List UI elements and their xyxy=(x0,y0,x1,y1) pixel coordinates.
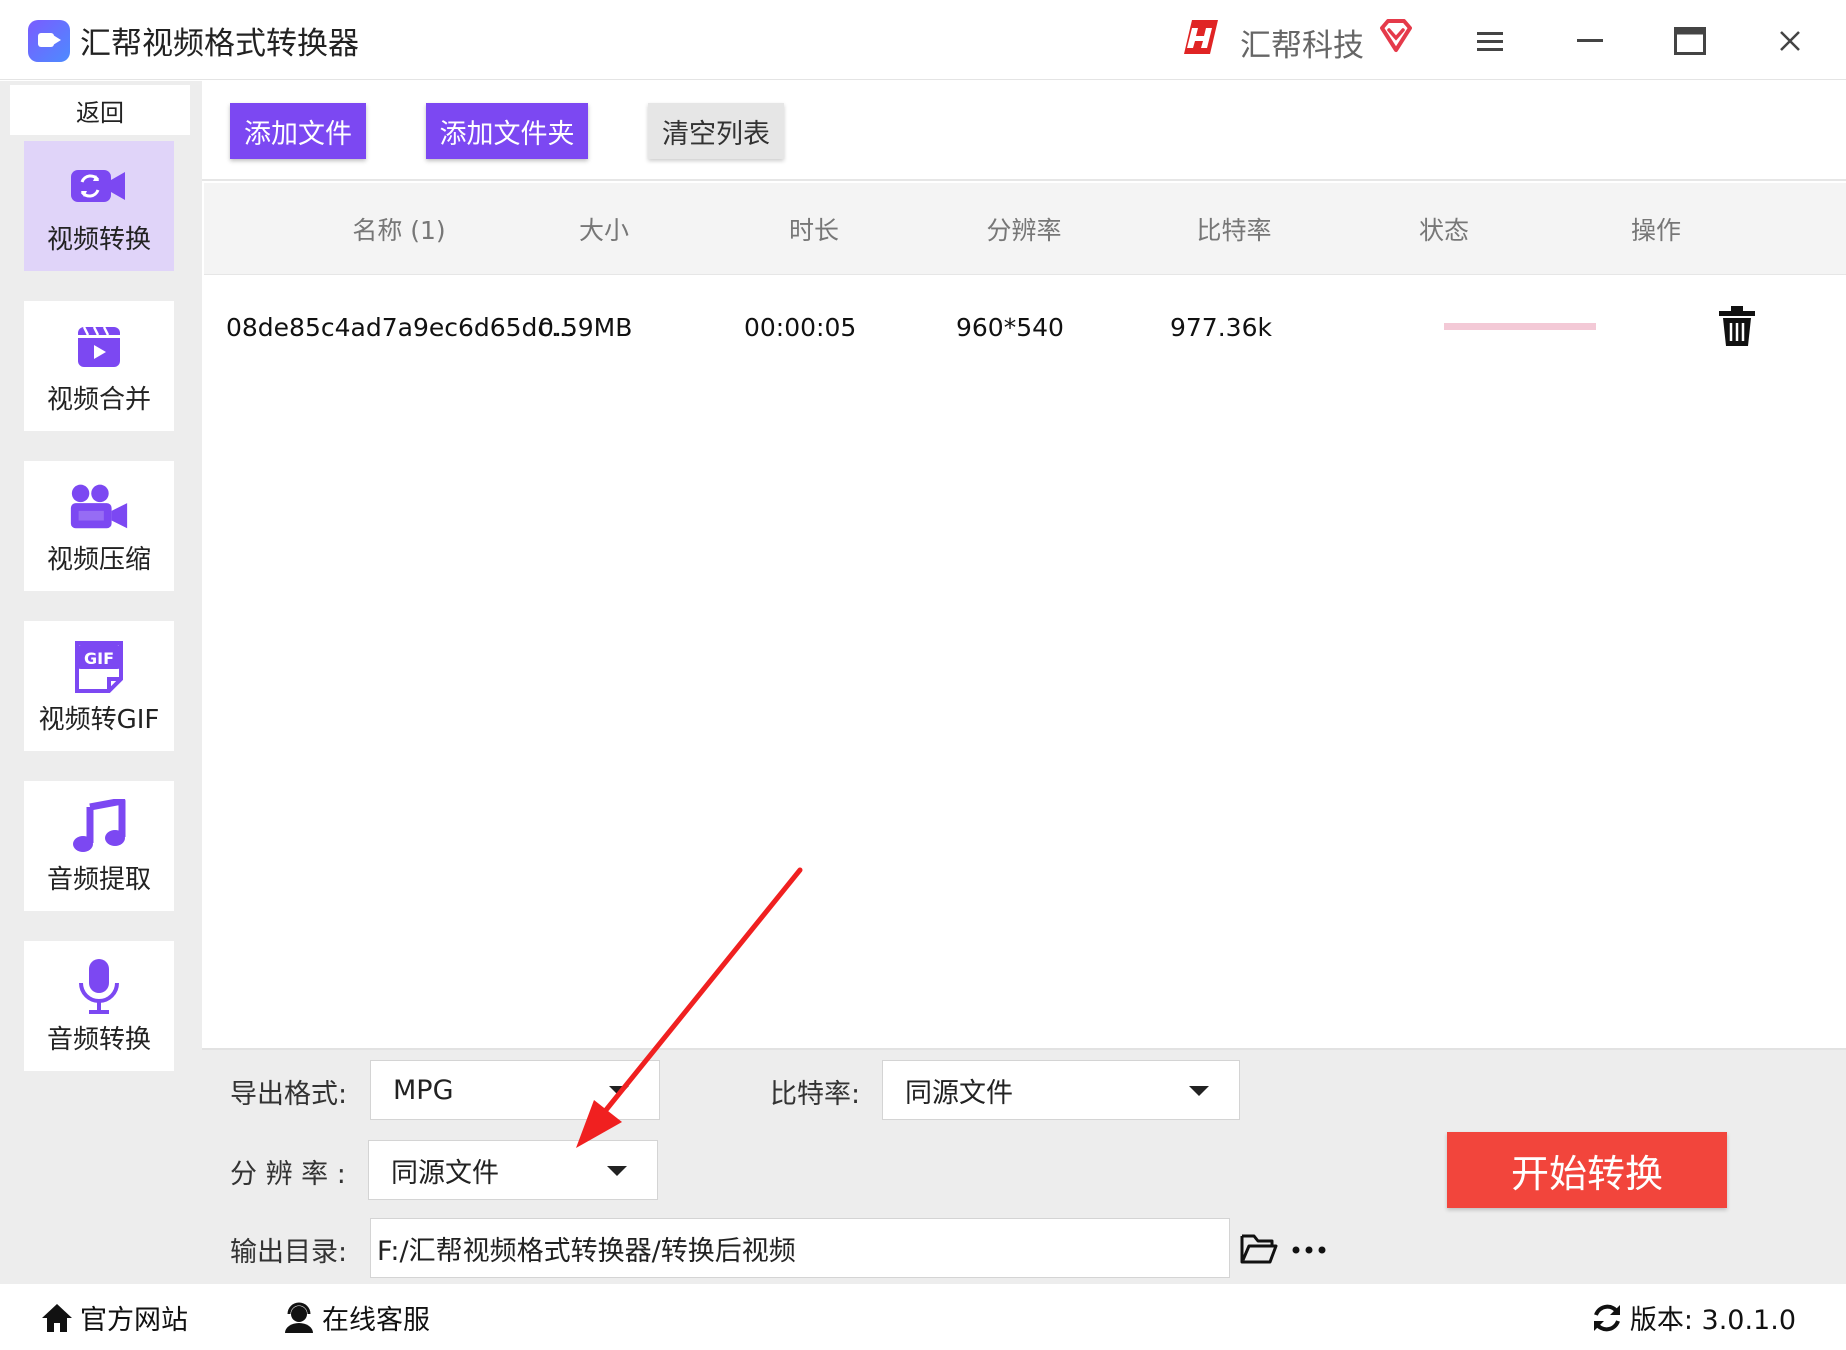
resolution-label: 分 辨 率 : xyxy=(230,1159,346,1190)
output-dir-field[interactable] xyxy=(370,1218,1230,1278)
column-header-status: 状态 xyxy=(1418,216,1469,245)
toolbar: 添加文件 添加文件夹 清空列表 xyxy=(202,81,1846,181)
resolution-select-value: 同源文件 xyxy=(391,1157,499,1189)
sidebar-item-audio-extract[interactable]: 音频提取 xyxy=(24,781,174,911)
start-convert-button[interactable]: 开始转换 xyxy=(1447,1132,1727,1208)
home-icon xyxy=(42,1303,72,1332)
video-merge-icon xyxy=(67,317,131,375)
file-size: 0.59MB xyxy=(538,312,633,342)
sidebar-item-label: 视频压缩 xyxy=(46,544,151,575)
table-row[interactable]: 08de85c4ad7a9ec6d65dc... 0.59MB 00:00:05… xyxy=(204,275,1846,379)
file-bitrate: 977.36k xyxy=(1170,312,1272,342)
video-compress-icon xyxy=(67,477,131,535)
sidebar-item-label: 视频转GIF xyxy=(38,704,160,735)
resolution-select[interactable]: 同源文件 xyxy=(368,1140,658,1200)
table-header: 名称 (1) 大小 时长 分辨率 比特率 状态 操作 xyxy=(204,183,1846,275)
column-header-bitrate: 比特率 xyxy=(1196,216,1272,245)
svg-text:GIF: GIF xyxy=(84,649,114,668)
bitrate-select-value: 同源文件 xyxy=(905,1077,1013,1109)
settings-panel: 导出格式: MPG 比特率: 同源文件 分 辨 率 : 同源文件 输出目录: 开… xyxy=(202,1048,1846,1284)
sidebar-item-video-convert[interactable]: 视频转换 xyxy=(24,141,174,271)
online-support-link[interactable]: 在线客服 xyxy=(282,1298,430,1337)
file-table: 名称 (1) 大小 时长 分辨率 比特率 状态 操作 08de85c4ad7a9… xyxy=(202,183,1846,1048)
sidebar-item-video-merge[interactable]: 视频合并 xyxy=(24,301,174,431)
trash-icon[interactable] xyxy=(1717,305,1757,347)
music-note-icon xyxy=(67,797,131,855)
version-label: 版本: 3.0.1.0 xyxy=(1629,1305,1796,1336)
chevron-down-icon xyxy=(607,1166,627,1176)
status-progress-bar xyxy=(1444,323,1596,330)
online-support-label: 在线客服 xyxy=(322,1305,430,1336)
output-dir-label: 输出目录: xyxy=(230,1237,348,1268)
file-resolution: 960*540 xyxy=(956,312,1064,342)
app-logo-icon xyxy=(28,20,70,62)
video-convert-icon xyxy=(67,157,131,215)
footer: 官方网站 在线客服 版本: 3.0.1.0 xyxy=(0,1284,1846,1350)
format-select-value: MPG xyxy=(393,1074,454,1106)
more-options-icon[interactable] xyxy=(1292,1246,1326,1254)
sidebar-item-label: 音频提取 xyxy=(46,864,151,895)
gif-icon: GIF xyxy=(67,637,131,695)
bitrate-label: 比特率: xyxy=(770,1079,861,1110)
official-website-label: 官方网站 xyxy=(80,1305,188,1336)
column-header-resolution: 分辨率 xyxy=(986,216,1062,245)
format-select[interactable]: MPG xyxy=(370,1060,660,1120)
close-icon[interactable] xyxy=(1770,22,1810,60)
sidebar-item-label: 视频转换 xyxy=(46,224,151,255)
add-file-button[interactable]: 添加文件 xyxy=(230,103,366,159)
sidebar-item-video-gif[interactable]: GIF 视频转GIF xyxy=(24,621,174,751)
support-agent-icon xyxy=(285,1302,313,1333)
chevron-down-icon xyxy=(1189,1086,1209,1096)
chevron-down-icon xyxy=(609,1086,629,1096)
bitrate-select[interactable]: 同源文件 xyxy=(882,1060,1240,1120)
column-header-duration: 时长 xyxy=(788,216,839,245)
file-name: 08de85c4ad7a9ec6d65dc... xyxy=(226,312,576,342)
version-info: 版本: 3.0.1.0 xyxy=(1590,1298,1796,1337)
brand-logo-icon xyxy=(1184,20,1218,54)
column-header-size: 大小 xyxy=(578,216,629,245)
sidebar-item-label: 视频合并 xyxy=(46,384,151,415)
clear-list-button[interactable]: 清空列表 xyxy=(648,103,784,159)
sidebar-item-label: 音频转换 xyxy=(46,1024,151,1055)
app-title: 汇帮视频格式转换器 xyxy=(80,26,359,62)
vip-diamond-icon[interactable] xyxy=(1376,16,1416,56)
column-header-name: 名称 (1) xyxy=(352,216,446,245)
sidebar-item-audio-convert[interactable]: 音频转换 xyxy=(24,941,174,1071)
minimize-icon[interactable] xyxy=(1570,22,1610,60)
folder-open-icon[interactable] xyxy=(1240,1232,1278,1264)
file-duration: 00:00:05 xyxy=(744,312,857,342)
official-website-link[interactable]: 官方网站 xyxy=(40,1298,188,1337)
sidebar-item-video-compress[interactable]: 视频压缩 xyxy=(24,461,174,591)
column-header-actions: 操作 xyxy=(1630,216,1681,245)
maximize-icon[interactable] xyxy=(1670,22,1710,60)
sidebar: 返回 视频转换 视频合并 视频压缩 GIF 视频转GIF 音频提取 音频转换 xyxy=(0,81,202,1284)
brand-name: 汇帮科技 xyxy=(1240,28,1364,64)
refresh-icon xyxy=(1593,1304,1620,1331)
add-folder-button[interactable]: 添加文件夹 xyxy=(426,103,588,159)
microphone-icon xyxy=(67,957,131,1015)
title-bar: 汇帮视频格式转换器 汇帮科技 xyxy=(0,0,1846,80)
format-label: 导出格式: xyxy=(230,1079,348,1110)
back-button[interactable]: 返回 xyxy=(10,85,190,135)
menu-icon[interactable] xyxy=(1470,22,1510,60)
